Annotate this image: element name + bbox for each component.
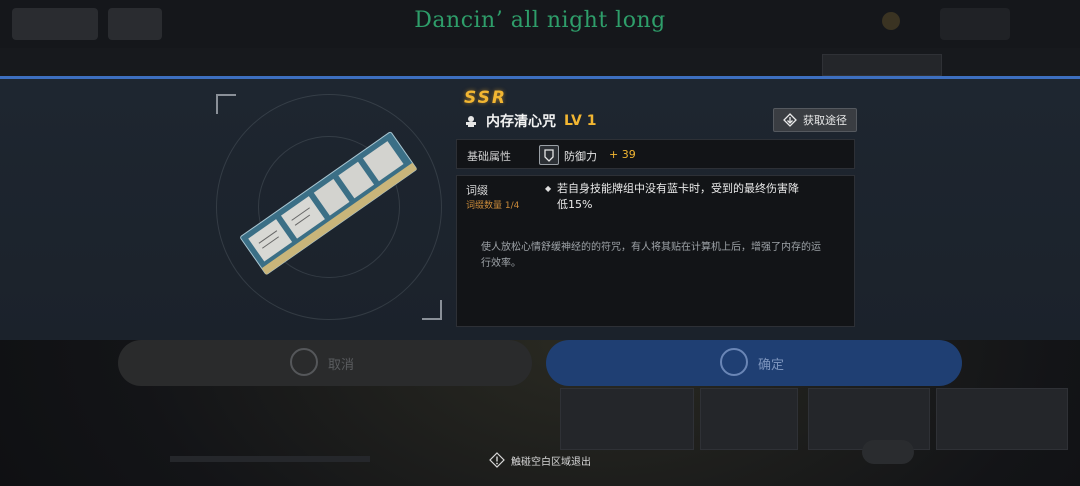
affix-box: 词缀 词缀数量 1/4 ◆ 若自身技能牌组中没有蓝卡时，受到的最终伤害降低15%…: [456, 175, 855, 327]
cancel-circle-icon: [290, 348, 318, 376]
base-attribute-label: 基础属性: [467, 150, 511, 163]
background-card-1: [560, 388, 694, 450]
affix-bullet-icon: ◆: [545, 184, 552, 193]
background-confirm-button: 确定: [546, 340, 962, 386]
obtain-source-label: 获取途径: [803, 114, 847, 127]
item-description: 使人放松心情舒缓神经的的符咒，有人将其贴在计算机上后，增强了内存的运行效率。: [481, 242, 821, 269]
exit-hint-label: 触碰空白区域退出: [511, 456, 591, 468]
rarity-badge: SSR: [464, 88, 507, 108]
obtain-source-button[interactable]: 获取途径: [773, 108, 857, 132]
defense-stat-name: 防御力: [564, 150, 597, 163]
exit-hint[interactable]: 触碰空白区域退出: [0, 452, 1080, 468]
affix-label: 词缀: [466, 184, 488, 197]
affix-count: 词缀数量 1/4: [466, 201, 520, 211]
obtain-source-icon: [783, 113, 797, 127]
module-type-icon: [466, 116, 476, 127]
item-level: LV 1: [564, 113, 597, 129]
memory-stick-icon: [240, 131, 417, 275]
background-cancel-button: 取消: [118, 340, 532, 386]
confirm-check-icon: [720, 348, 748, 376]
defense-icon: [539, 145, 559, 165]
cancel-button-label: 取消: [328, 358, 355, 373]
background-card-2: [700, 388, 798, 450]
confirm-button-label: 确定: [758, 358, 785, 373]
tap-hint-icon: [489, 452, 505, 468]
item-name: 内存清心咒: [486, 114, 556, 130]
defense-stat-value: + 39: [609, 148, 636, 161]
affix-effect-text: 若自身技能牌组中没有蓝卡时，受到的最终伤害降低15%: [557, 182, 799, 211]
background-card-4: [936, 388, 1068, 450]
background-tab: [822, 54, 942, 76]
song-title: Dancin’ all night long: [414, 8, 666, 33]
item-art-frame: [216, 94, 442, 320]
base-attribute-box: 基础属性 防御力 + 39: [456, 139, 855, 169]
item-name-row: 内存清心咒 LV 1: [464, 110, 596, 132]
